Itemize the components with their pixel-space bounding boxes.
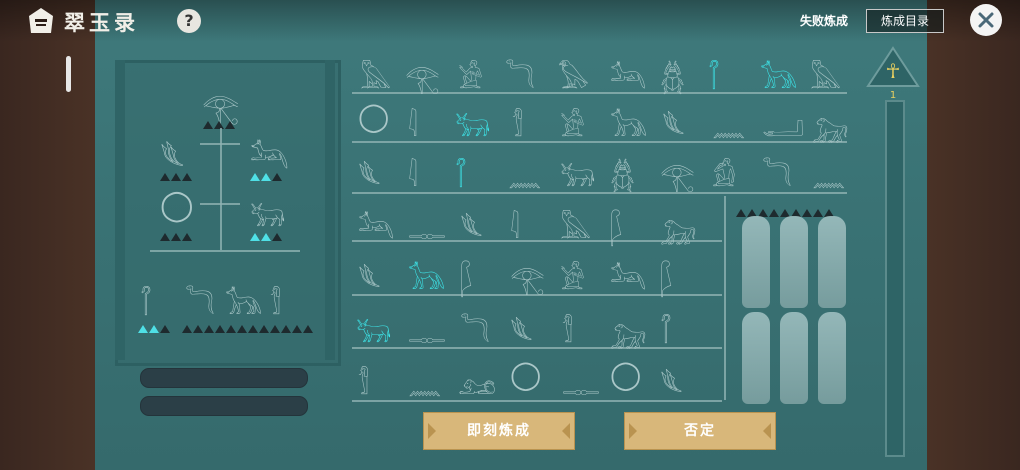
baboon-glyph[interactable]: 𓃷 — [812, 100, 849, 146]
confirm-alchemy-button[interactable]: 即刻炼成 — [423, 412, 575, 450]
reed-glyph[interactable]: 𓇋 — [408, 100, 418, 146]
tree-ring-glyph: ◯ — [160, 188, 194, 223]
sign-glyph[interactable]: 𓊃 — [562, 358, 600, 404]
tree-connector — [200, 143, 240, 145]
close-button[interactable] — [970, 4, 1002, 36]
grid-divider — [724, 196, 726, 400]
input-slot-bar[interactable] — [140, 396, 308, 416]
scarab-glyph[interactable]: 𓆣 — [660, 52, 685, 98]
tree-slots — [270, 318, 314, 337]
eye-glyph[interactable]: 𓂀 — [660, 150, 695, 196]
ring-glyph[interactable]: ◯ — [510, 358, 541, 391]
lion-glyph[interactable]: 𓃭 — [458, 358, 496, 404]
panel-pillar-right — [325, 60, 335, 360]
background-left — [0, 0, 95, 470]
jackal-head-glyph[interactable]: 𓃥 — [408, 253, 445, 299]
water-glyph[interactable]: 𓈖 — [408, 358, 442, 404]
mummy-figure — [818, 312, 846, 404]
bull-glyph[interactable]: 𓃒 — [455, 100, 490, 146]
figure-glyph[interactable]: 𓀁 — [712, 150, 736, 196]
mummy-glyph[interactable]: 𓀾 — [512, 100, 523, 146]
tree-connector — [220, 128, 222, 250]
tree-slots — [226, 318, 270, 337]
tree-slots — [160, 166, 193, 185]
tree-slots — [182, 318, 226, 337]
reeds-glyph[interactable]: 𓆰 — [662, 100, 685, 146]
bird-glyph[interactable]: 𓅃 — [558, 52, 589, 98]
jackal-head-glyph[interactable]: 𓃥 — [760, 52, 797, 98]
jackal-head-glyph[interactable]: 𓃥 — [610, 100, 647, 146]
water-glyph[interactable]: 𓈖 — [712, 100, 746, 146]
jackal-glyph[interactable]: 𓃢 — [358, 202, 394, 248]
bird-glyph[interactable]: 𓅓 — [560, 202, 591, 248]
mummy-glyph[interactable]: 𓀾 — [562, 306, 573, 352]
water-glyph[interactable]: 𓈖 — [508, 150, 542, 196]
feather-glyph[interactable]: 𓆄 — [660, 253, 673, 299]
crook-flail-glyph[interactable]: 𓋾 — [708, 52, 720, 98]
baboon-glyph[interactable]: 𓃷 — [660, 202, 697, 248]
page-title: 翠玉录 — [64, 11, 139, 35]
reed-glyph[interactable]: 𓇋 — [510, 202, 520, 248]
tree-connector — [200, 203, 240, 205]
seated-figure-glyph[interactable]: 𓀀 — [458, 52, 483, 98]
side-scroll-handle[interactable] — [66, 56, 71, 92]
reeds-glyph[interactable]: 𓆰 — [460, 202, 483, 248]
bird-glyph[interactable]: 𓅓 — [810, 52, 841, 98]
ankh-badge: ☥ — [866, 46, 920, 87]
eye-glyph[interactable]: 𓂀 — [510, 253, 545, 299]
baboon-glyph[interactable]: 𓃷 — [610, 306, 647, 352]
scarab-glyph[interactable]: 𓆣 — [610, 150, 635, 196]
question-mark-icon: ? — [184, 11, 194, 30]
reeds-glyph[interactable]: 𓆰 — [660, 358, 683, 404]
sign-glyph[interactable]: 𓊃 — [408, 306, 446, 352]
sign-glyph[interactable]: 𓊃 — [408, 202, 446, 248]
eye-glyph[interactable]: 𓂀 — [405, 52, 440, 98]
snake-glyph[interactable]: 𓆓 — [460, 306, 490, 352]
bird-glyph[interactable]: 𓅓 — [360, 52, 391, 98]
close-x-icon — [978, 12, 994, 28]
tree-connector — [150, 250, 300, 252]
tree-slots — [138, 318, 171, 337]
help-button[interactable]: ? — [177, 9, 201, 33]
tree-slots — [250, 226, 283, 245]
sphinx-logo-icon — [29, 8, 53, 33]
crook-flail-glyph[interactable]: 𓋾 — [660, 306, 672, 352]
crook-flail-glyph[interactable]: 𓋾 — [455, 150, 467, 196]
input-slot-bar[interactable] — [140, 368, 308, 388]
jackal-figure — [780, 216, 808, 308]
tree-slots — [160, 226, 193, 245]
reeds-glyph[interactable]: 𓆰 — [358, 150, 381, 196]
snake-glyph[interactable]: 𓆓 — [505, 52, 535, 98]
ankh-level: 1 — [889, 90, 897, 101]
bull-glyph[interactable]: 𓃒 — [356, 306, 391, 352]
jackal-figure — [780, 312, 808, 404]
failed-alchemy-link[interactable]: 失败炼成 — [800, 12, 848, 29]
deny-button[interactable]: 否定 — [624, 412, 776, 450]
progress-track — [885, 100, 905, 457]
ankh-icon: ☥ — [886, 59, 901, 83]
mummy-figure — [818, 216, 846, 308]
feather-glyph[interactable]: 𓆄 — [460, 253, 473, 299]
feather-glyph[interactable]: 𓆄 — [610, 202, 623, 248]
tree-slots — [250, 166, 283, 185]
reeds-glyph[interactable]: 𓆰 — [358, 253, 381, 299]
hand-glyph[interactable]: 𓂝 — [762, 100, 804, 146]
snake-glyph[interactable]: 𓆓 — [762, 150, 792, 196]
seated-figure-glyph[interactable]: 𓀀 — [560, 253, 585, 299]
reed-glyph[interactable]: 𓇋 — [408, 150, 418, 196]
jackal-glyph[interactable]: 𓃢 — [610, 52, 646, 98]
ring-glyph[interactable]: ◯ — [358, 100, 389, 133]
background-right — [925, 0, 1020, 470]
jackal-glyph[interactable]: 𓃢 — [610, 253, 646, 299]
mummy-figure — [742, 216, 770, 308]
alchemy-catalog-button[interactable]: 炼成目录 — [866, 9, 944, 33]
bull-glyph[interactable]: 𓃒 — [560, 150, 595, 196]
seated-figure-glyph[interactable]: 𓀀 — [560, 100, 585, 146]
water-glyph[interactable]: 𓈖 — [812, 150, 846, 196]
ring-glyph[interactable]: ◯ — [610, 358, 641, 391]
mummy-figure — [742, 312, 770, 404]
panel-pillar-left — [115, 60, 125, 360]
reeds-glyph[interactable]: 𓆰 — [510, 306, 533, 352]
mummy-glyph[interactable]: 𓀾 — [358, 358, 369, 404]
